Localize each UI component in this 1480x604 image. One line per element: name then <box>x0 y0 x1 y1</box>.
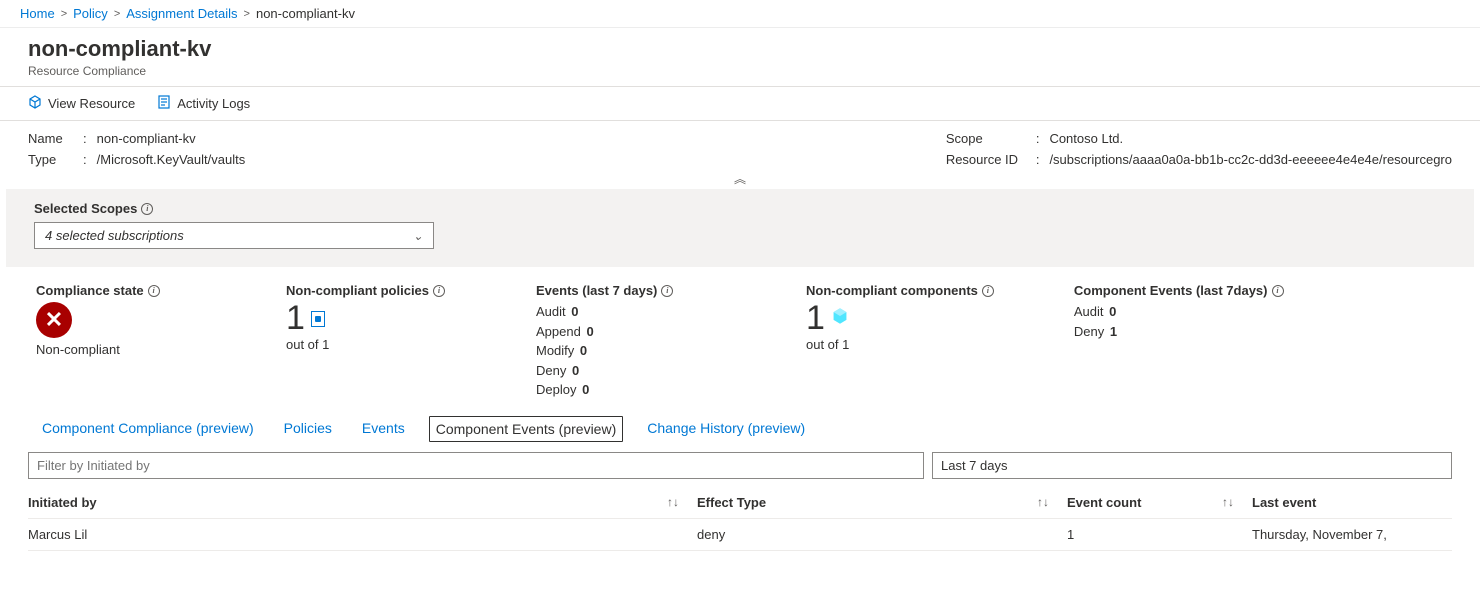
filter-date-range-dropdown[interactable]: Last 7 days <box>932 452 1452 479</box>
info-icon[interactable]: i <box>433 285 445 297</box>
cell-event-count: 1 <box>1067 527 1252 542</box>
info-icon[interactable]: i <box>148 285 160 297</box>
tab-component-compliance[interactable]: Component Compliance (preview) <box>36 416 260 442</box>
filter-date-range-value: Last 7 days <box>941 458 1008 473</box>
collapse-toggle[interactable]: ︽ <box>0 173 1480 185</box>
col-last-event[interactable]: Last event <box>1252 495 1316 510</box>
deny-value: 1 <box>1110 324 1117 339</box>
info-icon[interactable]: i <box>1272 285 1284 297</box>
activity-logs-label: Activity Logs <box>177 96 250 111</box>
breadcrumb-home[interactable]: Home <box>20 6 55 21</box>
audit-label: Audit <box>1074 304 1104 319</box>
cell-last-event: Thursday, November 7, <box>1252 527 1452 542</box>
non-compliant-components-value: 1 <box>806 300 825 337</box>
sort-icon[interactable]: ↑↓ <box>667 495 679 509</box>
stats-row: Compliance state i ✕ Non-compliant Non-c… <box>0 267 1480 412</box>
audit-value: 0 <box>571 304 578 319</box>
policy-doc-icon <box>311 311 325 327</box>
non-compliant-policies-value: 1 <box>286 300 305 337</box>
cell-initiated-by: Marcus Lil <box>28 527 697 542</box>
page-header: non-compliant-kv Resource Compliance <box>0 28 1480 86</box>
modify-value: 0 <box>580 343 587 358</box>
selected-scopes-label: Selected Scopes <box>34 201 137 216</box>
modify-label: Modify <box>536 343 574 358</box>
non-compliant-policies-sub: out of 1 <box>286 337 456 352</box>
audit-label: Audit <box>536 304 566 319</box>
table-header-row: Initiated by ↑↓ Effect Type ↑↓ Event cou… <box>28 487 1452 519</box>
activity-logs-button[interactable]: Activity Logs <box>157 95 250 112</box>
tabs: Component Compliance (preview) Policies … <box>0 412 1480 442</box>
log-icon <box>157 95 171 112</box>
sort-icon[interactable]: ↑↓ <box>1222 495 1234 509</box>
view-resource-label: View Resource <box>48 96 135 111</box>
events-table: Initiated by ↑↓ Effect Type ↑↓ Event cou… <box>0 487 1480 551</box>
breadcrumb-current: non-compliant-kv <box>256 6 355 21</box>
deny-label: Deny <box>536 363 566 378</box>
selected-scopes-dropdown[interactable]: 4 selected subscriptions ⌄ <box>34 222 434 249</box>
chevron-right-icon: > <box>114 8 120 20</box>
chevron-down-icon: ⌄ <box>413 229 423 243</box>
component-events-7days-title: Component Events (last 7days) <box>1074 283 1268 298</box>
info-icon[interactable]: i <box>141 203 153 215</box>
cube-icon <box>831 307 849 330</box>
page-title: non-compliant-kv <box>28 36 1452 62</box>
stat-compliance-state: Compliance state i ✕ Non-compliant <box>6 283 236 400</box>
non-compliant-policies-title: Non-compliant policies <box>286 283 429 298</box>
col-event-count[interactable]: Event count <box>1067 495 1141 510</box>
compliance-state-value: Non-compliant <box>36 342 206 357</box>
events-7days-title: Events (last 7 days) <box>536 283 657 298</box>
col-initiated-by[interactable]: Initiated by <box>28 495 97 510</box>
col-effect-type[interactable]: Effect Type <box>697 495 766 510</box>
audit-value: 0 <box>1109 304 1116 319</box>
tab-policies[interactable]: Policies <box>278 416 338 442</box>
resource-id-value: /subscriptions/aaaa0a0a-bb1b-cc2c-dd3d-e… <box>1049 152 1452 167</box>
filter-row: Last 7 days <box>0 442 1480 487</box>
info-icon[interactable]: i <box>982 285 994 297</box>
view-resource-button[interactable]: View Resource <box>28 95 135 112</box>
stat-component-events-7days: Component Events (last 7days) i Audit 0 … <box>1044 283 1314 400</box>
deploy-value: 0 <box>582 382 589 397</box>
sort-icon[interactable]: ↑↓ <box>1037 495 1049 509</box>
tab-component-events[interactable]: Component Events (preview) <box>429 416 624 442</box>
breadcrumb-assignment-details[interactable]: Assignment Details <box>126 6 237 21</box>
breadcrumb-policy[interactable]: Policy <box>73 6 108 21</box>
deny-value: 0 <box>572 363 579 378</box>
cube-outline-icon <box>28 95 42 112</box>
stat-non-compliant-policies: Non-compliant policies i 1 out of 1 <box>256 283 486 400</box>
non-compliant-components-sub: out of 1 <box>806 337 994 352</box>
stat-non-compliant-components: Non-compliant components i 1 out of 1 <box>776 283 1024 400</box>
properties-pane: Name : non-compliant-kv Type : /Microsof… <box>0 121 1480 173</box>
deploy-label: Deploy <box>536 382 576 397</box>
chevrons-up-icon: ︽ <box>734 172 746 186</box>
resource-id-label: Resource ID <box>946 152 1026 167</box>
table-row[interactable]: Marcus Lil deny 1 Thursday, November 7, <box>28 519 1452 551</box>
name-label: Name <box>28 131 73 146</box>
info-icon[interactable]: i <box>661 285 673 297</box>
non-compliant-icon: ✕ <box>36 302 72 338</box>
tab-change-history[interactable]: Change History (preview) <box>641 416 811 442</box>
toolbar: View Resource Activity Logs <box>0 87 1480 121</box>
name-value: non-compliant-kv <box>97 131 196 146</box>
type-label: Type <box>28 152 73 167</box>
deny-label: Deny <box>1074 324 1104 339</box>
type-value: /Microsoft.KeyVault/vaults <box>97 152 246 167</box>
cell-effect-type: deny <box>697 527 1067 542</box>
page-subtitle: Resource Compliance <box>28 64 1452 78</box>
append-value: 0 <box>586 324 593 339</box>
stat-events-7days: Events (last 7 days) i Audit 0 Append 0 … <box>506 283 756 400</box>
scope-label: Scope <box>946 131 1026 146</box>
scope-value: Contoso Ltd. <box>1049 131 1123 146</box>
chevron-right-icon: > <box>61 8 67 20</box>
tab-events[interactable]: Events <box>356 416 411 442</box>
chevron-right-icon: > <box>244 8 250 20</box>
selected-scopes-section: Selected Scopes i 4 selected subscriptio… <box>6 189 1474 267</box>
non-compliant-components-title: Non-compliant components <box>806 283 978 298</box>
breadcrumb: Home > Policy > Assignment Details > non… <box>0 0 1480 28</box>
filter-initiated-by-input[interactable] <box>28 452 924 479</box>
selected-scopes-value: 4 selected subscriptions <box>45 228 184 243</box>
append-label: Append <box>536 324 581 339</box>
compliance-state-title: Compliance state <box>36 283 144 298</box>
